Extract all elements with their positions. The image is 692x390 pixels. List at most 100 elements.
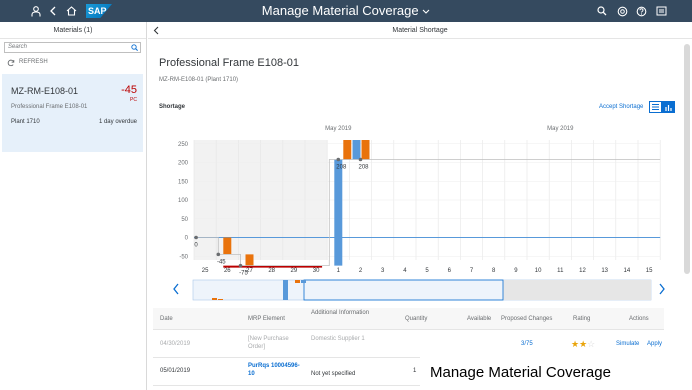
column-available: Available (467, 316, 492, 322)
y-tick-label: 50 (181, 217, 188, 223)
master-list-panel: Materials (1) Search REFRESH MZ-RM-E108-… (0, 22, 147, 390)
shell-bar: SAP Manage Material Coverage (0, 0, 692, 22)
proposed-changes-link[interactable]: 3/75 (521, 341, 533, 349)
stock-label: 208 (336, 165, 347, 171)
chevron-down-icon (422, 9, 430, 14)
x-tick-label: 3 (381, 268, 385, 274)
rating-stars: ★★☆ (571, 339, 596, 349)
mini-bar (212, 298, 217, 300)
x-tick-label: 9 (514, 268, 518, 274)
y-tick-label: 200 (178, 161, 189, 167)
search-input[interactable]: Search (4, 42, 141, 53)
x-tick-label: 12 (579, 268, 586, 274)
refresh-button[interactable]: REFRESH (7, 58, 48, 67)
shortage-chart: 250200150100500-50May 2019 May 201925 26 27… (178, 126, 661, 277)
x-tick-label: 15 (646, 268, 653, 274)
stock-label: -45 (217, 259, 226, 265)
column-actions: Actions (629, 316, 649, 322)
x-tick-label: 8 (492, 268, 496, 274)
cell-additional-info: Not yet specified (311, 371, 356, 377)
month-label: May 2019 (325, 126, 352, 132)
stock-point (358, 157, 363, 162)
x-tick-label: 29 (291, 268, 298, 274)
material-id: MZ-RM-E108-01 (11, 86, 79, 96)
column-additional-info: Additional Information (311, 310, 370, 316)
page-title: Professional Frame E108-01 (159, 57, 300, 69)
chart-view-button[interactable] (662, 101, 675, 113)
column-mrp-element: MRP Element (248, 316, 285, 322)
chart-range-navigator[interactable] (172, 276, 666, 302)
settings-icon[interactable] (653, 3, 669, 19)
cell-mrp-element: [New Purchase Order] (248, 336, 289, 350)
master-header: Materials (1) (0, 22, 146, 39)
mini-bar (301, 280, 306, 283)
x-tick-label: 4 (403, 268, 407, 274)
cell-additional-info: Domestic Supplier 1 (311, 336, 365, 342)
list-item[interactable]: MZ-RM-E108-01 -45 PC Professional Frame … (2, 74, 143, 152)
x-tick-label: 11 (557, 268, 564, 274)
home-icon[interactable] (63, 3, 79, 19)
stock-label: 208 (358, 165, 369, 171)
y-tick-label: 250 (178, 142, 189, 148)
supply-bar (334, 159, 343, 266)
shortage-bar (245, 254, 254, 266)
navigator-outside-range (503, 280, 651, 300)
simulate-link[interactable]: Simulate (616, 341, 639, 349)
shortage-value: -45 (121, 84, 137, 96)
supply-bar (352, 140, 361, 160)
detail-header-title: Material Shortage (392, 27, 448, 34)
mini-bar (283, 280, 288, 300)
user-icon[interactable] (28, 3, 44, 19)
month-label: May 2019 (547, 126, 574, 132)
search-icon[interactable] (131, 44, 138, 51)
accept-shortage-link[interactable]: Accept Shortage (599, 104, 643, 110)
nav-back-icon[interactable] (153, 26, 159, 35)
search-icon[interactable] (594, 3, 610, 19)
table-row[interactable]: 04/30/2019 [New Purchase Order] Domestic… (153, 330, 664, 358)
x-tick-label: 26 (224, 268, 231, 274)
search-placeholder: Search (8, 44, 28, 50)
purchase-requisition-link[interactable]: PurRqs 10004596-10 (248, 363, 306, 378)
shortage-bar (361, 140, 370, 160)
section-title: Shortage (159, 104, 186, 110)
mini-bar (295, 280, 300, 283)
status-badge: 1 day overdue (98, 119, 137, 125)
table-view-button[interactable] (649, 101, 662, 113)
column-date: Date (160, 316, 173, 322)
column-quantity: Quantity (405, 316, 428, 322)
back-icon[interactable] (45, 3, 61, 19)
stock-point (194, 235, 198, 240)
column-rating: Rating (573, 316, 591, 322)
shortage-bar (223, 237, 232, 255)
table-header: Date MRP Element Additional Information … (153, 308, 664, 330)
x-tick-label: 30 (313, 268, 320, 274)
detail-panel: Material Shortage Professional Frame E10… (148, 22, 692, 390)
y-tick-label: 150 (178, 179, 189, 185)
x-tick-label: 1 (337, 268, 341, 274)
bar-chart-icon (665, 104, 672, 111)
y-tick-label: 0 (185, 236, 189, 242)
y-tick-label: -50 (179, 254, 188, 260)
sap-logo: SAP (86, 4, 112, 18)
shortage-unit: PC (130, 97, 137, 103)
x-tick-label: 13 (601, 268, 608, 274)
y-tick-label: 100 (178, 198, 189, 204)
x-tick-label: 28 (268, 268, 275, 274)
caption-overlay: Manage Material Coverage (420, 355, 692, 390)
x-tick-label: 10 (535, 268, 542, 274)
scrollbar[interactable] (684, 44, 690, 274)
x-tick-label: 25 (202, 268, 209, 274)
notification-icon[interactable] (614, 3, 630, 19)
plant-label: Plant 1710 (11, 119, 40, 125)
cell-date: 05/01/2019 (160, 368, 191, 374)
refresh-icon (7, 59, 15, 66)
apply-link[interactable]: Apply (647, 341, 662, 349)
refresh-label: REFRESH (19, 59, 48, 65)
help-icon[interactable] (633, 3, 649, 19)
stock-point (238, 263, 243, 268)
x-tick-label: 5 (425, 268, 429, 274)
shortage-bar (343, 140, 352, 160)
x-tick-label: 2 (359, 268, 363, 274)
stock-point (336, 157, 341, 162)
cell-date: 04/30/2019 (160, 341, 191, 347)
